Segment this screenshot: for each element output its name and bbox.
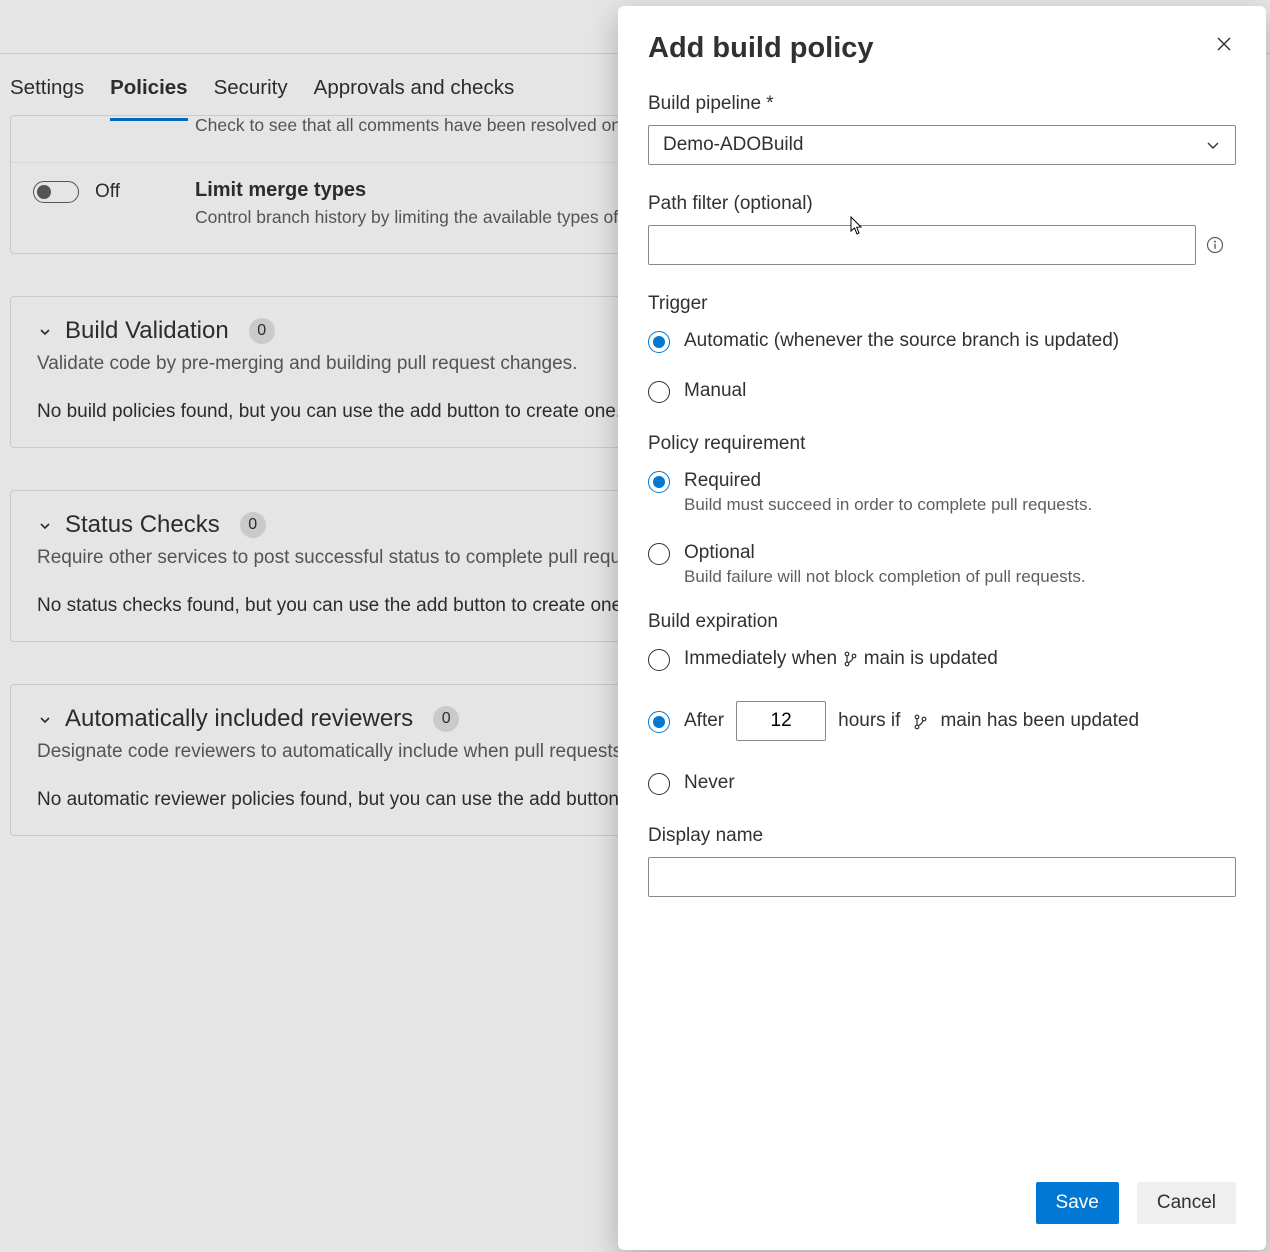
requirement-required-label: Required — [684, 469, 1092, 493]
expiration-never-radio[interactable] — [648, 773, 670, 795]
branch-icon — [842, 650, 858, 666]
expiration-never-label: Never — [684, 771, 735, 795]
expiration-immediate-radio[interactable] — [648, 649, 670, 671]
requirement-optional-sub: Build failure will not block completion … — [684, 567, 1086, 587]
trigger-manual-label: Manual — [684, 379, 746, 403]
path-filter-label: Path filter (optional) — [648, 193, 1236, 215]
pipeline-select[interactable]: Demo-ADOBuild — [648, 125, 1236, 165]
display-name-label: Display name — [648, 825, 1236, 847]
trigger-manual-radio[interactable] — [648, 381, 670, 403]
branch-icon — [912, 713, 928, 729]
save-button[interactable]: Save — [1036, 1182, 1119, 1224]
display-name-input[interactable] — [648, 857, 1236, 897]
expiration-after-text-c: main has been updated — [940, 709, 1139, 733]
add-build-policy-panel: Add build policy Build pipeline * Demo-A… — [618, 6, 1266, 1250]
requirement-required-radio[interactable] — [648, 471, 670, 493]
expiration-immediate-text-b: main is updated — [864, 648, 998, 669]
requirement-required-sub: Build must succeed in order to complete … — [684, 495, 1092, 515]
trigger-automatic-label: Automatic (whenever the source branch is… — [684, 329, 1119, 353]
cancel-button[interactable]: Cancel — [1137, 1182, 1236, 1224]
build-expiration-label: Build expiration — [648, 611, 1236, 633]
pipeline-label: Build pipeline * — [648, 93, 1236, 115]
close-icon[interactable] — [1212, 32, 1236, 56]
expiration-immediate-label: Immediately when main is updated — [684, 647, 998, 671]
requirement-optional-label: Optional — [684, 541, 1086, 565]
pipeline-value: Demo-ADOBuild — [663, 134, 803, 156]
trigger-label: Trigger — [648, 293, 1236, 315]
policy-requirement-label: Policy requirement — [648, 433, 1236, 455]
path-filter-input[interactable] — [648, 225, 1196, 265]
chevron-down-icon — [1205, 137, 1221, 153]
expiration-immediate-text-a: Immediately when — [684, 648, 842, 669]
panel-title: Add build policy — [648, 32, 874, 65]
expiration-after-text-a: After — [684, 709, 724, 733]
expiration-after-radio[interactable] — [648, 711, 670, 733]
trigger-automatic-radio[interactable] — [648, 331, 670, 353]
info-icon[interactable] — [1206, 236, 1224, 254]
expiration-hours-input[interactable] — [736, 701, 826, 741]
requirement-optional-radio[interactable] — [648, 543, 670, 565]
expiration-after-text-b: hours if — [838, 709, 900, 733]
